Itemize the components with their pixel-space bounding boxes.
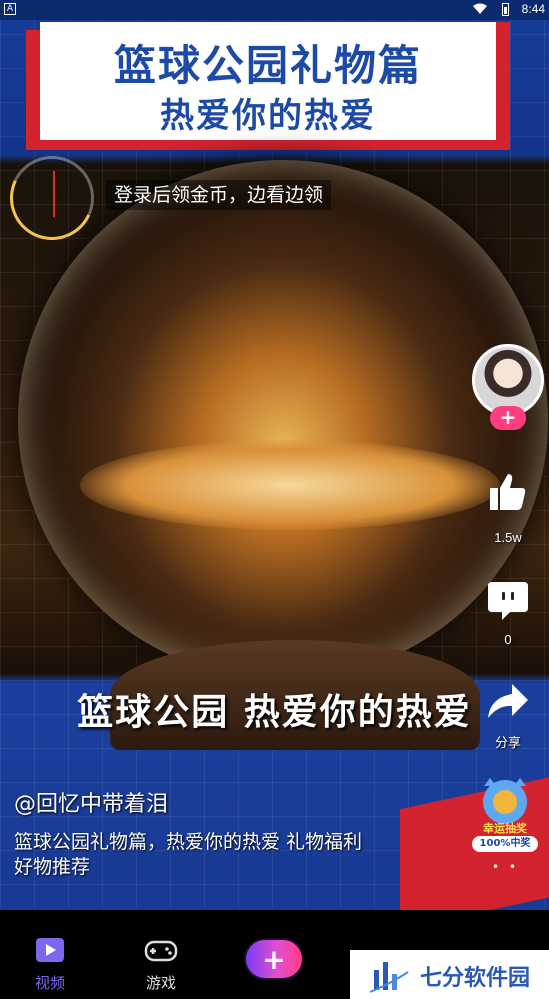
lucky-draw-label: 幸运抽奖 [483,822,527,835]
gamepad-icon [144,940,178,962]
like-count: 1.5w [494,530,522,545]
watermark-logo-icon [369,962,409,993]
nav-video-label: 视频 [34,974,65,992]
like-icon[interactable] [486,470,530,514]
video-icon [36,938,64,962]
coin-login-banner[interactable]: 登录后领金币，边看边领 [106,180,332,210]
video-caption: 篮球公园 热爱你的热爱 [77,692,472,733]
nav-item-games[interactable]: 游戏 [111,910,211,999]
coin-timer-needle [53,171,55,217]
video-title-card: 篮球公园礼物篇 热爱你的热爱 [26,22,510,150]
coin-timer[interactable] [0,144,106,252]
create-button[interactable]: + [244,938,304,980]
basketball-court-image [80,440,500,530]
video-title-line1: 篮球公园礼物篇 [113,41,422,90]
app-indicator-icon: A [4,3,16,15]
comment-count: 0 [504,632,512,647]
video-player[interactable]: 篮球公园礼物篇 热爱你的热爱 篮球公园 热爱你的热爱 [0,0,549,910]
watermark: 七分软件园 [350,950,549,999]
wifi-icon [473,3,487,14]
comment-icon[interactable] [486,578,530,622]
follow-button[interactable]: + [490,406,526,430]
status-bar: A 8:44 [0,0,549,20]
battery-icon [502,3,509,16]
share-icon[interactable] [486,680,530,724]
nav-games-label: 游戏 [145,974,176,992]
carousel-dots: • • [492,860,519,874]
status-time: 8:44 [521,2,545,16]
lucky-draw-sub: 100%中奖 [472,836,538,852]
lucky-draw-icon [483,778,527,824]
watermark-text: 七分软件园 [420,966,531,991]
post-description: 篮球公园礼物篇，热爱你的热爱 礼物福利 好物推荐 [14,831,363,878]
title-card-accent [26,30,40,150]
lucky-draw-widget[interactable]: 幸运抽奖 100%中奖 [466,776,544,854]
nav-item-video[interactable]: 视频 [0,910,100,999]
video-title-line2: 热爱你的热爱 [160,96,376,136]
author-username[interactable]: @回忆中带着泪 [14,786,168,818]
share-label: 分享 [494,735,521,750]
snow-globe-image [18,160,548,680]
